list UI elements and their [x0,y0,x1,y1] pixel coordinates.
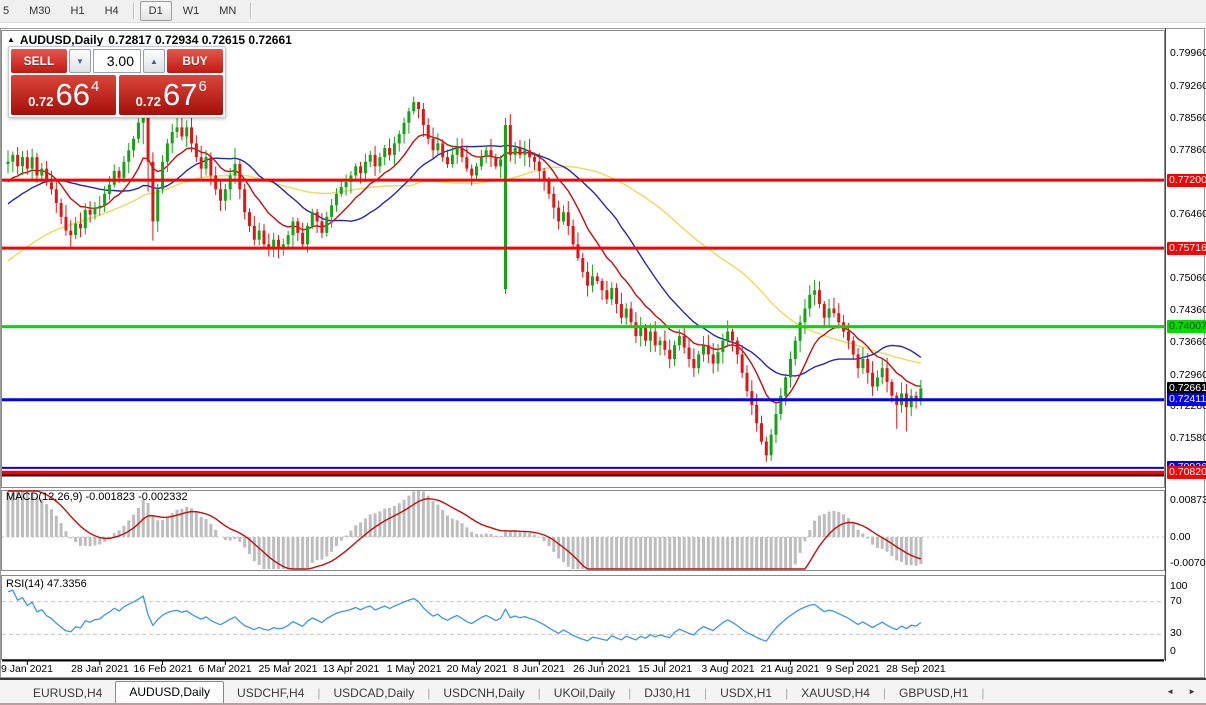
price-tick-label: 0.76460 [1170,208,1206,220]
tab-dj30-h1[interactable]: DJ30,H1 [631,683,704,703]
tab-eurusd-h4[interactable]: EURUSD,H4 [20,683,115,703]
sell-price-sup: 4 [90,77,100,95]
tab-gbpusd-h1[interactable]: GBPUSD,H1 [886,683,981,703]
timeframe-button-d1[interactable]: D1 [139,1,172,21]
chart-symbol-label: AUDUSD,Daily [19,33,104,47]
rsi-axis-label: 30 [1170,627,1182,639]
date-label: 3 Aug 2021 [701,663,755,675]
macd-axis-label: 0.008739 [1170,494,1206,506]
date-label: 1 May 2021 [386,663,442,675]
price-tick-label: 0.77860 [1170,144,1206,156]
tab-usdx-h1[interactable]: USDX,H1 [707,683,785,703]
date-label: 26 Jun 2021 [573,663,631,675]
toolbar-separator [132,3,135,19]
collapse-panel-icon[interactable]: ▲ [7,35,15,45]
timeframe-button-m30[interactable]: M30 [20,1,59,21]
timeframe-button-h1[interactable]: H1 [62,1,94,21]
rsi-axis-label: 100 [1170,580,1188,592]
date-label: 21 Aug 2021 [760,663,820,675]
rsi-axis-label: 0 [1170,645,1176,657]
date-label: 9 Sep 2021 [826,663,880,675]
sell-button[interactable]: SELL [11,49,67,73]
tab-scroll-arrows: ◄ ► [1166,687,1196,696]
tab-usdchf-h4[interactable]: USDCHF,H4 [224,683,317,703]
price-tick-label: 0.79960 [1170,47,1206,59]
price-chart-canvas[interactable] [0,28,1166,677]
timeframe-button-h4[interactable]: H4 [96,1,128,21]
rsi-indicator-label: RSI(14) 47.3356 [6,578,87,590]
timeframe-button-mn[interactable]: MN [210,1,245,21]
price-tick-label: 0.78560 [1170,112,1206,124]
tab-usdcad-daily[interactable]: USDCAD,Daily [321,683,428,703]
tab-separator: | [981,686,985,700]
macd-axis-label: 0.00 [1170,531,1191,543]
tab-ukoil-daily[interactable]: UKOil,Daily [541,683,628,703]
price-level-label-0.74007: 0.74007 [1167,320,1206,333]
volume-decrease-button[interactable]: ▼ [69,49,91,73]
date-label: 15 Jul 2021 [637,663,693,675]
price-level-label-0.77200: 0.77200 [1167,174,1206,187]
timeframe-button-w1[interactable]: W1 [174,1,209,21]
rsi-axis-label: 70 [1170,595,1182,607]
toolbar-separator [250,3,253,19]
date-label: 20 May 2021 [446,663,508,675]
buy-price-big: 67 [162,77,198,112]
timeframe-toolbar: 5 M30 H1 H4 D1 W1 MN [0,0,1206,23]
sell-price-prefix: 0.72 [28,93,54,109]
date-label: 8 Jun 2021 [513,663,565,675]
trading-platform-window: 5 M30 H1 H4 D1 W1 MN ▲ AUDUSD,Daily 0.72817 0.… [0,0,1206,705]
price-level-label-0.75716: 0.75716 [1167,242,1206,255]
price-tick-label: 0.71580 [1170,432,1206,444]
price-tick-label: 0.79260 [1170,80,1206,92]
price-level-label-0.72411: 0.72411 [1167,393,1206,406]
buy-price-sup: 6 [198,77,207,95]
volume-input[interactable] [93,49,141,73]
buy-button[interactable]: BUY [167,49,223,73]
price-tick-label: 0.72960 [1170,369,1206,381]
spinner-down-icon: ▼ [76,56,84,66]
buy-price-prefix: 0.72 [135,93,161,109]
tab-usdcnh-daily[interactable]: USDCNH,Daily [430,683,537,703]
timeframe-button-5[interactable]: 5 [0,1,18,21]
tab-xauusd-h4[interactable]: XAUUSD,H4 [788,683,883,703]
date-label: 13 Apr 2021 [322,663,380,675]
price-level-label-0.70820: 0.70820 [1167,466,1206,479]
one-click-trade-panel: SELL ▼ ▲ BUY 0.72 66 4 0.72 67 6 [8,46,226,118]
date-label: 28 Jan 2021 [71,663,129,675]
tab-audusd-daily[interactable]: AUDUSD,Daily [115,681,225,704]
tab-scroll-left-icon[interactable]: ◄ [1166,687,1174,696]
macd-indicator-label: MACD(12,26,9) -0.001823 -0.002332 [6,491,188,503]
tab-scroll-right-icon[interactable]: ► [1188,687,1196,696]
date-label: 25 Mar 2021 [258,663,318,675]
sell-price-box[interactable]: 0.72 66 4 [11,75,116,115]
price-tick-label: 0.75060 [1170,272,1206,284]
price-tick-label: 0.74360 [1170,304,1206,316]
sell-price-big: 66 [55,77,90,112]
date-label: 9 Jan 2021 [1,663,53,675]
chart-ohlc-values: 0.72817 0.72934 0.72615 0.72661 [108,33,292,47]
date-label: 28 Sep 2021 [886,663,946,675]
chart-tab-bar: EURUSD,H4 AUDUSD,Daily USDCHF,H4 | USDCAD,Da… [0,678,1206,704]
macd-axis-label: -0.00700 [1170,557,1206,569]
price-tick-label: 0.73660 [1170,336,1206,348]
buy-price-box[interactable]: 0.72 67 6 [118,75,223,115]
chart-title: ▲ AUDUSD,Daily 0.72817 0.72934 0.72615 0… [7,33,292,47]
volume-increase-button[interactable]: ▲ [143,49,165,73]
spinner-up-icon: ▲ [150,56,158,66]
date-label: 16 Feb 2021 [133,663,193,675]
date-label: 6 Mar 2021 [198,663,252,675]
